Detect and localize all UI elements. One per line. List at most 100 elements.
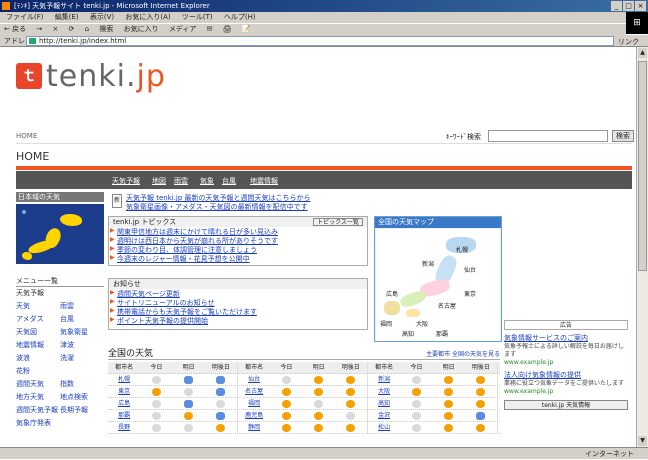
menu-link[interactable]: 週間天気 [16,379,60,389]
menu-help[interactable]: ヘルプ(H) [224,13,256,21]
japan-satellite-map[interactable] [16,204,104,264]
favorites-button[interactable]: お気に入り [124,25,159,33]
edit-button[interactable]: 📝 [242,25,251,33]
weather-cell[interactable] [270,410,302,421]
print-button[interactable]: 🖨 [223,25,232,33]
city-label[interactable]: 名古屋 [438,301,456,310]
weather-cell[interactable] [270,374,302,385]
scroll-down-arrow-icon[interactable]: ▼ [638,436,647,446]
weather-cell[interactable] [270,398,302,409]
forecast-more-link[interactable]: 主要都市 全国の天気を見る [426,349,500,358]
region-kyushu[interactable] [384,301,400,315]
city-label[interactable]: 新潟 [422,259,434,268]
menu-link[interactable]: 花粉 [16,366,60,376]
city-name-link[interactable]: 金沢 [368,410,400,421]
ad-link-url[interactable]: www.example.jp [504,388,628,396]
scroll-up-arrow-icon[interactable]: ▲ [638,48,647,58]
weather-cell[interactable] [433,374,465,385]
weather-cell[interactable] [303,410,335,421]
ad-link-title[interactable]: 法人向け気象情報の提供 [504,371,628,380]
weather-cell[interactable] [173,386,205,397]
topics-more-button[interactable]: トピックス一覧 [313,218,363,226]
region-shikoku[interactable] [406,309,420,317]
city-name-link[interactable]: 広島 [108,398,140,409]
weather-info-button[interactable]: tenki.jp 天気情報 [504,400,628,410]
city-name-link[interactable]: 鹿児島 [238,410,270,421]
jpmap-body[interactable]: 札幌 仙台 新潟 東京 名古屋 大阪 広島 福岡 高知 那覇 [376,229,500,341]
city-name-link[interactable]: 那覇 [108,410,140,421]
notice-item[interactable]: 週間天気ページ更新 [109,289,367,298]
weather-cell[interactable] [270,422,302,433]
minimize-button[interactable]: _ [611,1,622,11]
media-button[interactable]: メディア [169,25,197,33]
weather-cell[interactable] [205,422,237,433]
ad-link-url[interactable]: www.example.jp [504,359,628,367]
weather-cell[interactable] [173,398,205,409]
weather-cell[interactable] [303,386,335,397]
weather-cell[interactable] [400,422,432,433]
region-kinki[interactable] [398,288,428,310]
menu-link[interactable]: 津波 [60,340,104,350]
city-name-link[interactable]: 大阪 [368,386,400,397]
city-name-link[interactable]: 名古屋 [238,386,270,397]
mail-button[interactable]: ✉ [207,25,213,33]
weather-cell[interactable] [335,386,367,397]
weather-cell[interactable] [205,374,237,385]
weather-cell[interactable] [433,398,465,409]
weather-cell[interactable] [303,374,335,385]
city-label[interactable]: 東京 [464,289,476,298]
city-name-link[interactable]: 福岡 [238,398,270,409]
close-button[interactable]: × [635,1,646,11]
home-link[interactable]: HOME [16,132,37,140]
menu-favorites[interactable]: お気に入り(A) [125,13,170,21]
nav-forecast[interactable]: 天気予報 [112,176,140,186]
city-name-link[interactable]: 静岡 [238,422,270,433]
news-link[interactable]: 気象衛星画像・アメダス・天気図の最新情報を配信中です [126,202,308,212]
city-label[interactable]: 高知 [402,329,414,338]
weather-cell[interactable] [303,398,335,409]
menu-link[interactable]: 指数 [60,379,104,389]
nav-earthquake[interactable]: 地震情報 [250,176,278,186]
menu-link[interactable]: 地点検索 [60,392,104,402]
weather-cell[interactable] [465,374,497,385]
menu-link[interactable]: アメダス [16,314,60,324]
weather-cell[interactable] [140,410,172,421]
menu-link[interactable]: 雨雲 [60,301,104,311]
menu-link[interactable]: 週間天気予報 [16,405,60,415]
weather-cell[interactable] [140,374,172,385]
home-button[interactable]: ⌂ [85,25,89,33]
weather-cell[interactable] [303,422,335,433]
weather-cell[interactable] [140,422,172,433]
menu-link[interactable]: 洗濯 [60,353,104,363]
city-name-link[interactable]: 長野 [108,422,140,433]
weather-cell[interactable] [140,398,172,409]
weather-cell[interactable] [433,422,465,433]
weather-cell[interactable] [205,410,237,421]
city-label[interactable]: 那覇 [436,329,448,338]
topic-item[interactable]: 週明けは西日本から天気が崩れる所がありそうです [109,236,367,245]
weather-cell[interactable] [205,398,237,409]
menu-link[interactable]: 天気図 [16,327,60,337]
menu-tools[interactable]: ツール(T) [182,13,213,21]
city-name-link[interactable]: 札幌 [108,374,140,385]
address-input[interactable]: http://tenki.jp/index.html [26,36,614,46]
vertical-scrollbar[interactable]: ▲ ▼ [636,47,648,447]
weather-cell[interactable] [465,410,497,421]
search-submit-button[interactable]: 検索 [612,130,634,142]
menu-link[interactable]: 台風 [60,314,104,324]
menu-edit[interactable]: 編集(E) [55,13,79,21]
menu-link[interactable]: 天気 [16,301,60,311]
city-name-link[interactable]: 新潟 [368,374,400,385]
refresh-button[interactable]: ⟳ [69,25,75,33]
weather-cell[interactable] [400,410,432,421]
menu-file[interactable]: ファイル(F) [6,13,44,21]
weather-cell[interactable] [270,386,302,397]
menu-link[interactable]: 気象庁発表 [16,418,60,428]
city-name-link[interactable]: 東京 [108,386,140,397]
city-name-link[interactable]: 高知 [368,398,400,409]
weather-cell[interactable] [205,386,237,397]
city-name-link[interactable]: 仙台 [238,374,270,385]
topic-item[interactable]: 季節の変わり目、体調管理に注意しましょう [109,245,367,254]
notice-item[interactable]: 携帯電話からも天気予報をご覧いただけます [109,307,367,316]
notice-item[interactable]: サイトリニューアルのお知らせ [109,298,367,307]
